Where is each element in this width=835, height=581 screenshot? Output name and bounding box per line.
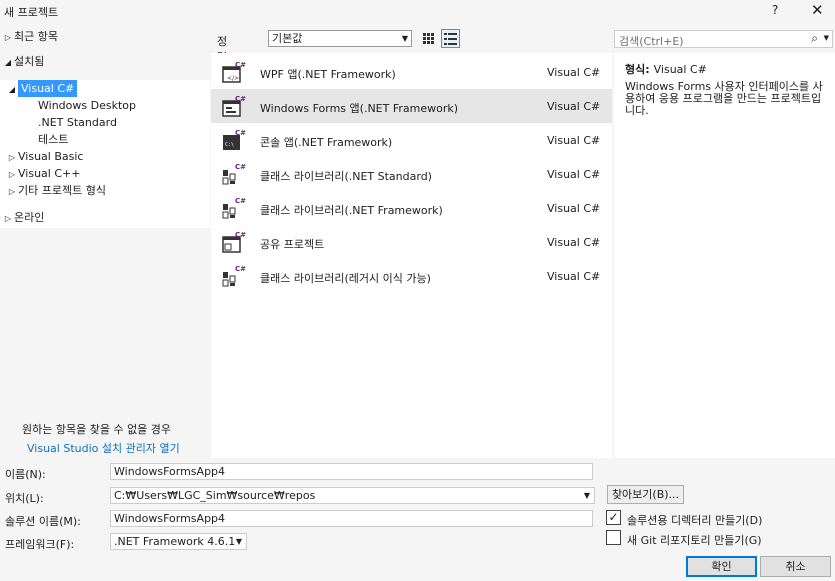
description-panel: 형식: Visual C# Windows Forms 사용자 인터페이스를 사용… <box>614 53 835 458</box>
console-app-icon: C:\ C# <box>223 129 246 150</box>
wpf-app-icon: </> C# <box>222 61 246 83</box>
template-language: Visual C# <box>547 168 601 181</box>
chevron-down-icon[interactable]: ▼ <box>584 488 590 503</box>
template-name: 공유 프로젝트 <box>260 238 325 251</box>
template-item[interactable]: C# Windows Forms 앱(.NET Framework) Visua… <box>211 89 612 123</box>
class-library-icon: C# <box>222 265 246 287</box>
template-item[interactable]: C# 클래스 라이브러리(레거시 이식 가능) Visual C# <box>211 259 612 293</box>
tree-item-installed[interactable]: ◢ 설치됨 <box>2 53 44 70</box>
template-tree: ▷ 최근 항목 ◢ 설치됨 ◢ Visual C# Windows Desktop .… <box>0 24 210 458</box>
search-input[interactable]: 검색(Ctrl+E) <box>619 33 684 49</box>
shared-project-icon: C# <box>222 231 246 253</box>
title-bar: 새 프로젝트 ? ✕ <box>0 0 835 22</box>
name-label: 이름(N): <box>5 468 46 481</box>
expand-arrow-icon: ▷ <box>4 214 12 223</box>
sort-dropdown[interactable]: 기본값 ▼ <box>268 30 412 47</box>
name-input[interactable]: WindowsFormsApp4 <box>110 463 593 480</box>
template-description: Windows Forms 사용자 인터페이스를 사용하여 응용 프로그램을 만… <box>625 80 823 117</box>
solution-name-label: 솔루션 이름(M): <box>5 515 81 528</box>
template-name: WPF 앱(.NET Framework) <box>260 68 396 81</box>
class-library-icon: C# <box>222 163 246 185</box>
template-name: 클래스 라이브러리(레거시 이식 가능) <box>260 272 431 285</box>
expand-arrow-icon: ▷ <box>8 187 16 196</box>
create-directory-label[interactable]: 솔루션용 디렉터리 만들기(D) <box>627 512 762 528</box>
template-name: Windows Forms 앱(.NET Framework) <box>260 102 459 115</box>
create-git-label[interactable]: 새 Git 리포지토리 만들기(G) <box>627 532 762 548</box>
list-view-button[interactable] <box>441 29 460 48</box>
svg-text:C#: C# <box>235 61 246 69</box>
location-label: 위치(L): <box>5 492 44 505</box>
template-name: 콘솔 앱(.NET Framework) <box>260 136 393 149</box>
chevron-down-icon: ▼ <box>235 537 242 546</box>
missing-templates-hint: 원하는 항목을 찾을 수 없을 경우 <box>22 423 172 436</box>
template-name: 클래스 라이브러리(.NET Standard) <box>260 170 432 183</box>
template-type: 형식: Visual C# <box>625 63 707 76</box>
svg-text:C:\: C:\ <box>225 142 234 148</box>
framework-label: 프레임워크(F): <box>5 538 75 551</box>
expand-arrow-icon: ▷ <box>8 153 16 162</box>
tree-item-net-standard[interactable]: .NET Standard <box>38 114 117 131</box>
template-language: Visual C# <box>547 236 601 249</box>
chevron-down-icon[interactable]: ▼ <box>824 34 829 42</box>
svg-text:C#: C# <box>235 163 246 171</box>
template-language: Visual C# <box>547 100 601 113</box>
svg-text:C#: C# <box>235 129 246 137</box>
template-language: Visual C# <box>547 202 601 215</box>
checkmark-icon: ✓ <box>608 510 619 524</box>
list-view-icon <box>444 33 457 45</box>
template-item[interactable]: C# 클래스 라이브러리(.NET Framework) Visual C# <box>211 191 612 225</box>
expand-arrow-icon: ▷ <box>8 170 16 179</box>
chevron-down-icon: ▼ <box>401 34 408 43</box>
search-box[interactable]: 검색(Ctrl+E) ⌕ ▼ <box>614 30 833 48</box>
small-icons-view-button[interactable] <box>419 29 438 48</box>
expand-arrow-icon: ▷ <box>4 33 12 42</box>
tree-item-visual-cpp[interactable]: ▷ Visual C++ <box>6 165 81 182</box>
ok-button[interactable]: 확인 <box>686 556 757 577</box>
template-language: Visual C# <box>547 134 601 147</box>
tree-item-recent[interactable]: ▷ 최근 항목 <box>2 28 58 45</box>
svg-text:C#: C# <box>235 265 246 273</box>
template-list: </> C# WPF 앱(.NET Framework) Visual C# C… <box>211 53 612 458</box>
template-language: Visual C# <box>547 66 601 79</box>
create-git-checkbox[interactable] <box>606 530 621 545</box>
location-combo[interactable]: C:₩Users₩LGC_Sim₩source₩repos ▼ <box>110 487 595 504</box>
template-item[interactable]: C:\ C# 콘솔 앱(.NET Framework) Visual C# <box>211 123 612 157</box>
template-item[interactable]: C# 공유 프로젝트 Visual C# <box>211 225 612 259</box>
template-item[interactable]: </> C# WPF 앱(.NET Framework) Visual C# <box>211 55 612 89</box>
tree-item-windows-desktop[interactable]: Windows Desktop <box>38 97 136 114</box>
collapse-arrow-icon: ◢ <box>4 58 12 67</box>
browse-button[interactable]: 찾아보기(B)... <box>607 485 684 504</box>
help-button[interactable]: ? <box>772 3 778 17</box>
open-installer-link[interactable]: Visual Studio 설치 관리자 열기 <box>27 440 180 456</box>
tree-item-online[interactable]: ▷ 온라인 <box>2 209 44 226</box>
winforms-app-icon: C# <box>222 95 246 117</box>
window-title: 새 프로젝트 <box>4 6 59 19</box>
solution-name-input[interactable]: WindowsFormsApp4 <box>110 510 593 527</box>
template-name: 클래스 라이브러리(.NET Framework) <box>260 204 443 217</box>
class-library-icon: C# <box>222 197 246 219</box>
svg-text:</>: </> <box>227 75 239 82</box>
template-language: Visual C# <box>547 270 601 283</box>
create-directory-checkbox[interactable]: ✓ <box>606 510 621 525</box>
tree-item-visual-basic[interactable]: ▷ Visual Basic <box>6 148 84 165</box>
svg-text:C#: C# <box>235 197 246 205</box>
grid-view-icon <box>423 33 434 44</box>
tree-item-visual-csharp[interactable]: ◢ Visual C# <box>6 80 78 97</box>
framework-dropdown[interactable]: .NET Framework 4.6.1 ▼ <box>110 533 247 550</box>
cancel-button[interactable]: 취소 <box>760 556 831 577</box>
search-icon[interactable]: ⌕ <box>811 31 818 46</box>
tree-item-other-types[interactable]: ▷ 기타 프로젝트 형식 <box>6 182 106 199</box>
close-button[interactable]: ✕ <box>811 1 824 19</box>
svg-text:C#: C# <box>235 231 246 239</box>
svg-text:C#: C# <box>235 95 246 103</box>
collapse-arrow-icon: ◢ <box>8 85 16 94</box>
tree-item-test[interactable]: 테스트 <box>38 131 68 148</box>
template-item[interactable]: C# 클래스 라이브러리(.NET Standard) Visual C# <box>211 157 612 191</box>
